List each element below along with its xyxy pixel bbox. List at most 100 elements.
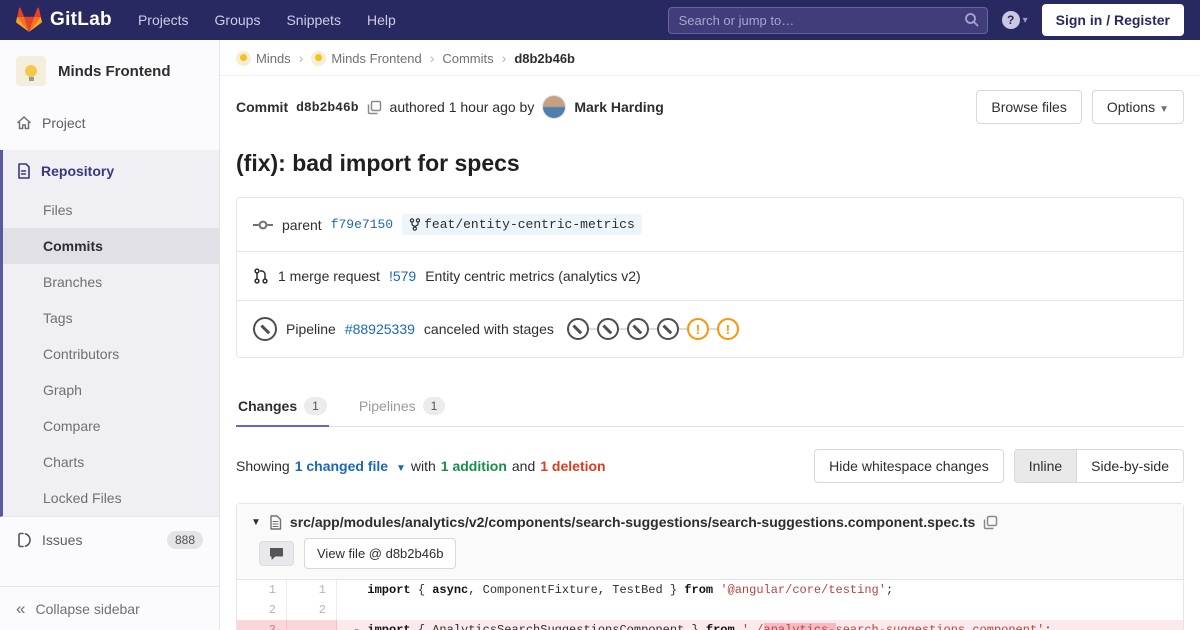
file-path[interactable]: src/app/modules/analytics/v2/components/… — [290, 514, 975, 530]
sidebar-item-label: Issues — [42, 532, 83, 548]
diff-table: 11 import { async, ComponentFixture, Tes… — [237, 580, 1183, 630]
breadcrumb-label: Minds — [256, 50, 291, 66]
pipeline-row: Pipeline #88925339 canceled with stages … — [237, 300, 1183, 357]
browse-files-button[interactable]: Browse files — [976, 90, 1082, 124]
sidebar-item-contributors[interactable]: Contributors — [3, 336, 219, 372]
nav-menu-help[interactable]: Help — [367, 12, 396, 28]
collapse-file-icon[interactable]: ▼ — [251, 517, 261, 528]
left-sidebar: Minds Frontend Project Repository Files … — [0, 40, 220, 630]
pipeline-stage-canceled-icon[interactable] — [626, 318, 649, 340]
options-dropdown-button[interactable]: Options ▼ — [1091, 90, 1184, 124]
nav-menu-projects[interactable]: Projects — [138, 12, 189, 28]
pipeline-stage-warning-icon[interactable]: ! — [716, 318, 739, 340]
sidebar-item-charts[interactable]: Charts — [3, 444, 219, 480]
double-chevron-left-icon: « — [16, 599, 26, 618]
stage-connector — [708, 328, 717, 330]
sidebar-item-tags[interactable]: Tags — [3, 300, 219, 336]
issues-icon — [16, 532, 32, 548]
nav-menu-snippets[interactable]: Snippets — [286, 12, 340, 28]
comment-toggle-button[interactable] — [259, 541, 294, 566]
sidebar-item-locked-files[interactable]: Locked Files — [3, 480, 219, 516]
author-avatar[interactable] — [542, 95, 567, 119]
branch-chip[interactable]: feat/entity-centric-metrics — [402, 214, 642, 235]
side-by-side-view-button[interactable]: Side-by-side — [1076, 449, 1184, 483]
breadcrumb-separator: › — [429, 50, 435, 66]
help-menu[interactable]: ? ▾ — [1001, 11, 1028, 29]
pipeline-stage-warning-icon[interactable]: ! — [686, 318, 709, 340]
sidebar-item-label: Repository — [41, 163, 115, 179]
and-label: and — [511, 458, 536, 474]
sign-in-button[interactable]: Sign in / Register — [1041, 4, 1184, 36]
old-line-number[interactable]: 3 — [237, 620, 287, 630]
breadcrumb-label: Commits — [442, 50, 494, 66]
old-line-number[interactable]: 1 — [237, 580, 287, 600]
new-line-number[interactable]: 1 — [287, 580, 337, 600]
new-line-number[interactable]: 2 — [287, 600, 337, 620]
deletions-count: 1 deletion — [540, 458, 606, 474]
sidebar-item-repository[interactable]: Repository — [3, 150, 219, 192]
lightbulb-icon — [25, 65, 37, 81]
nav-menu-groups[interactable]: Groups — [215, 12, 261, 28]
sidebar-item-commits[interactable]: Commits — [3, 228, 219, 264]
commit-title: (fix): bad import for specs — [236, 150, 520, 176]
tab-pipelines[interactable]: Pipelines 1 — [357, 388, 448, 426]
pipeline-stage-canceled-icon[interactable] — [566, 318, 589, 340]
sidebar-item-project[interactable]: Project — [0, 102, 219, 144]
search-icon[interactable] — [964, 12, 980, 28]
issues-count-badge: 888 — [166, 531, 203, 549]
sidebar-item-issues[interactable]: Issues 888 — [0, 517, 219, 563]
sidebar-item-graph[interactable]: Graph — [3, 372, 219, 408]
breadcrumb-item[interactable]: Minds Frontend — [311, 50, 422, 66]
document-icon — [16, 163, 31, 179]
brand-wordmark[interactable]: GitLab — [50, 9, 112, 31]
old-line-number[interactable]: 2 — [237, 600, 287, 620]
collapse-sidebar-button[interactable]: « Collapse sidebar — [0, 586, 219, 630]
merge-request-count: 1 merge request — [278, 268, 380, 284]
new-line-number[interactable] — [287, 620, 337, 630]
breadcrumb-item[interactable]: d8b2b46b — [514, 51, 575, 66]
pipeline-id-link[interactable]: #88925339 — [345, 321, 415, 337]
pipeline-stage-canceled-icon[interactable] — [596, 318, 619, 340]
changed-files-dropdown[interactable]: 1 changed file ▼ — [295, 458, 406, 474]
showing-label: Showing — [236, 458, 290, 474]
options-label: Options — [1106, 99, 1156, 115]
question-icon: ? — [1001, 11, 1020, 29]
breadcrumb-item[interactable]: Commits — [442, 51, 493, 66]
copy-path-icon[interactable] — [983, 515, 998, 530]
diff-code: import { async, ComponentFixture, TestBe… — [367, 583, 894, 597]
with-label: with — [410, 458, 436, 474]
merge-request-link[interactable]: !579 — [389, 268, 416, 284]
gitlab-logo-icon[interactable] — [16, 7, 42, 33]
diff-line: 22 — [237, 600, 1183, 620]
pipeline-status-icon — [253, 317, 277, 341]
pipeline-status-text: canceled with stages — [423, 321, 554, 337]
caret-down-icon: ▼ — [1159, 104, 1169, 115]
tab-changes[interactable]: Changes 1 — [236, 388, 329, 427]
commit-sha: d8b2b46b — [296, 99, 359, 115]
diff-view-toggle: Inline Side-by-side — [1013, 449, 1184, 483]
breadcrumb-separator: › — [298, 50, 304, 66]
inline-view-button[interactable]: Inline — [1013, 449, 1077, 483]
parent-row: parent f79e7150 feat/entity-centric-metr… — [237, 198, 1183, 251]
diff-line: 3 - import { AnalyticsSearchSuggestionsCo… — [237, 620, 1183, 630]
pipeline-label: Pipeline — [286, 321, 336, 337]
breadcrumb: Minds › Minds Frontend › Commits › d8b2b46b — [220, 40, 1200, 76]
pipeline-stage-canceled-icon[interactable] — [656, 318, 679, 340]
sidebar-item-compare[interactable]: Compare — [3, 408, 219, 444]
diff-line: 11 import { async, ComponentFixture, Tes… — [237, 580, 1183, 600]
merge-request-icon — [253, 268, 269, 284]
sidebar-item-label: Project — [42, 115, 86, 131]
author-name[interactable]: Mark Harding — [574, 99, 663, 115]
commit-label: Commit — [236, 99, 289, 115]
stage-connector — [648, 328, 657, 330]
view-file-button[interactable]: View file @ d8b2b46b — [304, 538, 457, 569]
hide-whitespace-button[interactable]: Hide whitespace changes — [814, 449, 1004, 483]
project-context-header[interactable]: Minds Frontend — [0, 40, 219, 102]
sidebar-item-files[interactable]: Files — [3, 192, 219, 228]
diff-code — [337, 600, 1183, 620]
copy-sha-icon[interactable] — [367, 100, 382, 115]
sidebar-item-branches[interactable]: Branches — [3, 264, 219, 300]
parent-sha-link[interactable]: f79e7150 — [331, 217, 393, 232]
search-input[interactable] — [667, 6, 988, 34]
breadcrumb-item[interactable]: Minds — [236, 50, 291, 66]
